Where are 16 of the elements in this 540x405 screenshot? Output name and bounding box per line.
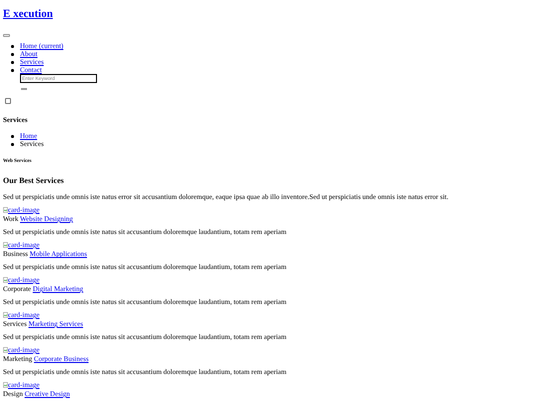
bullet-icon — [11, 61, 14, 64]
bullet-icon — [11, 69, 14, 72]
bullet-icon — [11, 53, 14, 56]
broken-image-icon — [3, 347, 8, 353]
bullet-icon — [11, 45, 14, 48]
broken-image-icon — [3, 242, 8, 248]
section-title: Our Best Services — [3, 177, 65, 185]
bullet-icon — [11, 143, 14, 146]
site-logo[interactable]: E xecution — [3, 8, 53, 20]
checkbox[interactable] — [5, 98, 11, 104]
bullet-icon — [11, 135, 14, 138]
broken-image-icon — [3, 207, 8, 213]
menu-toggle-button[interactable] — [3, 34, 10, 37]
broken-image-icon — [3, 382, 8, 388]
broken-image-icon — [3, 277, 8, 283]
broken-image-icon — [3, 312, 8, 318]
